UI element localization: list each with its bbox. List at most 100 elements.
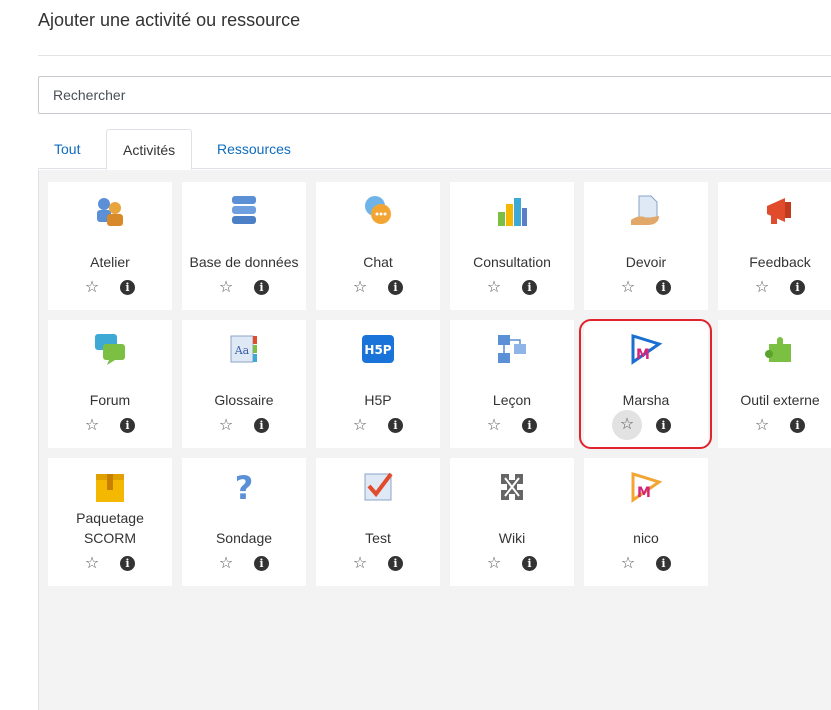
- activity-actions: ☆ i: [584, 278, 708, 298]
- star-icon[interactable]: ☆: [484, 416, 504, 436]
- activity-tile-glossaire[interactable]: Aa Glossaire ☆ i: [182, 320, 306, 448]
- activity-label: nico: [633, 530, 659, 546]
- nico-icon: M: [629, 470, 663, 504]
- h5p-icon: H5P: [361, 332, 395, 366]
- tab-resources[interactable]: Ressources: [201, 129, 307, 170]
- tab-activities[interactable]: Activités: [106, 129, 193, 170]
- star-icon[interactable]: ☆: [618, 278, 638, 298]
- star-icon[interactable]: ☆: [350, 554, 370, 574]
- star-icon[interactable]: ☆: [350, 278, 370, 298]
- glossary-icon: Aa: [227, 332, 261, 366]
- activity-actions: ☆ i: [718, 278, 831, 298]
- activity-tile-chat[interactable]: Chat ☆ i: [316, 182, 440, 310]
- info-icon[interactable]: i: [254, 280, 269, 295]
- activity-actions: ☆ i: [316, 416, 440, 436]
- scorm-icon: [93, 470, 127, 504]
- activity-tile-consultation[interactable]: Consultation ☆ i: [450, 182, 574, 310]
- info-icon[interactable]: i: [790, 280, 805, 295]
- external-tool-icon: [763, 332, 797, 366]
- star-icon[interactable]: ☆: [216, 554, 236, 574]
- star-icon[interactable]: ☆: [484, 278, 504, 298]
- lesson-icon: [495, 332, 529, 366]
- activity-label: Forum: [89, 392, 131, 408]
- activity-label: Test: [365, 530, 391, 546]
- star-icon[interactable]: ☆: [82, 554, 102, 574]
- activity-actions: ☆ i: [316, 554, 440, 574]
- svg-text:H5P: H5P: [364, 343, 391, 357]
- choice-icon: [495, 194, 529, 228]
- activity-label: Glossaire: [214, 392, 274, 408]
- info-icon[interactable]: i: [388, 280, 403, 295]
- info-icon[interactable]: i: [388, 418, 403, 433]
- activity-tile-atelier[interactable]: Atelier ☆ i: [48, 182, 172, 310]
- search-input[interactable]: [39, 77, 831, 113]
- star-icon[interactable]: ☆: [82, 278, 102, 298]
- tab-all[interactable]: Tout: [38, 129, 96, 170]
- activity-tile-paquetage-scorm[interactable]: Paquetage SCORM ☆ i: [48, 458, 172, 586]
- marsha-icon: M: [629, 332, 663, 366]
- survey-icon: ?: [227, 469, 261, 507]
- activity-tile-outil-externe[interactable]: Outil externe ☆ i: [718, 320, 831, 448]
- info-icon[interactable]: i: [388, 556, 403, 571]
- star-icon[interactable]: ☆: [752, 278, 772, 298]
- activity-tile-wiki[interactable]: Wiki ☆ i: [450, 458, 574, 586]
- info-icon[interactable]: i: [522, 280, 537, 295]
- activity-chooser-grid: Atelier ☆ i Base de données ☆ i Chat ☆ i Consu…: [38, 170, 831, 710]
- activity-label: Devoir: [625, 254, 667, 270]
- activity-tile-h5p[interactable]: H5P H5P ☆ i: [316, 320, 440, 448]
- activity-label: Sondage: [215, 530, 273, 546]
- activity-tile-base-de-donnees[interactable]: Base de données ☆ i: [182, 182, 306, 310]
- activity-label: Feedback: [749, 254, 811, 270]
- activity-actions: ☆ i: [182, 278, 306, 298]
- activity-actions: ☆ i: [584, 554, 708, 574]
- info-icon[interactable]: i: [522, 556, 537, 571]
- info-icon[interactable]: i: [656, 280, 671, 295]
- activity-actions: ☆ i: [450, 278, 574, 298]
- svg-text:?: ?: [235, 470, 254, 504]
- activity-actions: ☆ i: [48, 554, 172, 574]
- activity-label: Atelier: [90, 254, 130, 270]
- activity-tile-test[interactable]: Test ☆ i: [316, 458, 440, 586]
- info-icon[interactable]: i: [120, 280, 135, 295]
- info-icon[interactable]: i: [120, 418, 135, 433]
- activity-actions: ☆ i: [584, 410, 708, 440]
- tab-bar: Tout Activités Ressources: [38, 129, 831, 170]
- activity-tile-feedback[interactable]: Feedback ☆ i: [718, 182, 831, 310]
- star-icon[interactable]: ☆: [82, 416, 102, 436]
- activity-tile-marsha[interactable]: M Marsha ☆ i: [584, 320, 708, 448]
- info-icon[interactable]: i: [656, 418, 671, 433]
- activity-label: Chat: [363, 254, 393, 270]
- info-icon[interactable]: i: [120, 556, 135, 571]
- info-icon[interactable]: i: [254, 556, 269, 571]
- activity-actions: ☆ i: [182, 416, 306, 436]
- activity-tile-devoir[interactable]: Devoir ☆ i: [584, 182, 708, 310]
- star-icon[interactable]: ☆: [618, 554, 638, 574]
- chat-icon: [361, 194, 395, 228]
- info-icon[interactable]: i: [522, 418, 537, 433]
- star-icon[interactable]: ☆: [216, 278, 236, 298]
- star-icon[interactable]: ☆: [752, 416, 772, 436]
- header-divider: [38, 55, 831, 56]
- forum-icon: [93, 332, 127, 366]
- activity-tile-forum[interactable]: Forum ☆ i: [48, 320, 172, 448]
- activity-tile-nico[interactable]: M nico ☆ i: [584, 458, 708, 586]
- activity-tile-sondage[interactable]: ? Sondage ☆ i: [182, 458, 306, 586]
- activity-tile-lecon[interactable]: Leçon ☆ i: [450, 320, 574, 448]
- star-icon[interactable]: ☆: [216, 416, 236, 436]
- activity-actions: ☆ i: [316, 278, 440, 298]
- star-icon[interactable]: ☆: [350, 416, 370, 436]
- info-icon[interactable]: i: [254, 418, 269, 433]
- svg-text:Aa: Aa: [234, 344, 250, 357]
- star-icon[interactable]: ☆: [612, 410, 642, 440]
- activity-actions: ☆ i: [450, 554, 574, 574]
- search-box: [38, 76, 831, 114]
- database-icon: [227, 194, 261, 228]
- activity-actions: ☆ i: [48, 278, 172, 298]
- feedback-icon: [763, 194, 797, 228]
- activity-actions: ☆ i: [182, 554, 306, 574]
- info-icon[interactable]: i: [790, 418, 805, 433]
- info-icon[interactable]: i: [656, 556, 671, 571]
- activity-label: Marsha: [622, 392, 670, 408]
- svg-text:M: M: [636, 347, 650, 363]
- star-icon[interactable]: ☆: [484, 554, 504, 574]
